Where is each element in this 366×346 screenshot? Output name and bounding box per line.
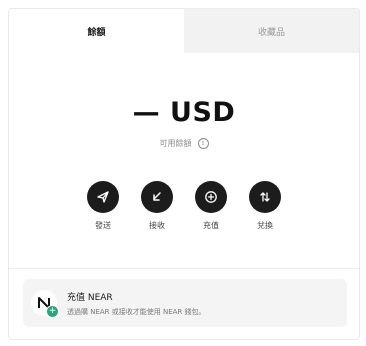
wallet-panel: 餘額 收藏品 — USD 可用餘額 i 發送 接收 充值 兌換 + 充值 NEA… [8,8,360,340]
balance-amount: — USD [132,97,236,128]
info-icon[interactable]: i [197,138,209,149]
top-up-icon [205,191,217,203]
send-action[interactable]: 發送 [87,181,119,231]
banner-title: 充值 NEAR [67,292,113,303]
banner-text: 充值 NEAR 透過購 NEAR 或接收才能使用 NEAR 錢包。 [67,290,206,317]
top-up-label: 充值 [203,221,219,230]
tab-collectibles[interactable]: 收藏品 [184,9,359,53]
send-icon [97,191,109,203]
top-up-near-banner[interactable]: + 充值 NEAR 透過購 NEAR 或接收才能使用 NEAR 錢包。 [23,279,347,327]
swap-button[interactable] [249,181,281,213]
top-up-action[interactable]: 充值 [195,181,227,231]
swap-label: 兌換 [257,221,273,230]
available-balance-label: 可用餘額 [159,139,192,148]
near-logo-icon: + [31,290,59,318]
plus-badge-icon: + [46,305,59,318]
action-row: 發送 接收 充值 兌換 [9,181,359,231]
receive-label: 接收 [149,221,165,230]
section-divider [9,268,359,269]
top-up-button[interactable] [195,181,227,213]
send-button[interactable] [87,181,119,213]
receive-action[interactable]: 接收 [141,181,173,231]
send-label: 發送 [95,221,111,230]
tab-bar: 餘額 收藏品 [9,9,359,53]
banner-description: 透過購 NEAR 或接收才能使用 NEAR 錢包。 [67,307,206,316]
receive-icon [153,192,161,201]
available-balance-row: 可用餘額 i [9,138,359,149]
swap-icon [260,192,270,202]
tab-balance[interactable]: 餘額 [9,9,184,53]
receive-button[interactable] [141,181,173,213]
swap-action[interactable]: 兌換 [249,181,281,231]
